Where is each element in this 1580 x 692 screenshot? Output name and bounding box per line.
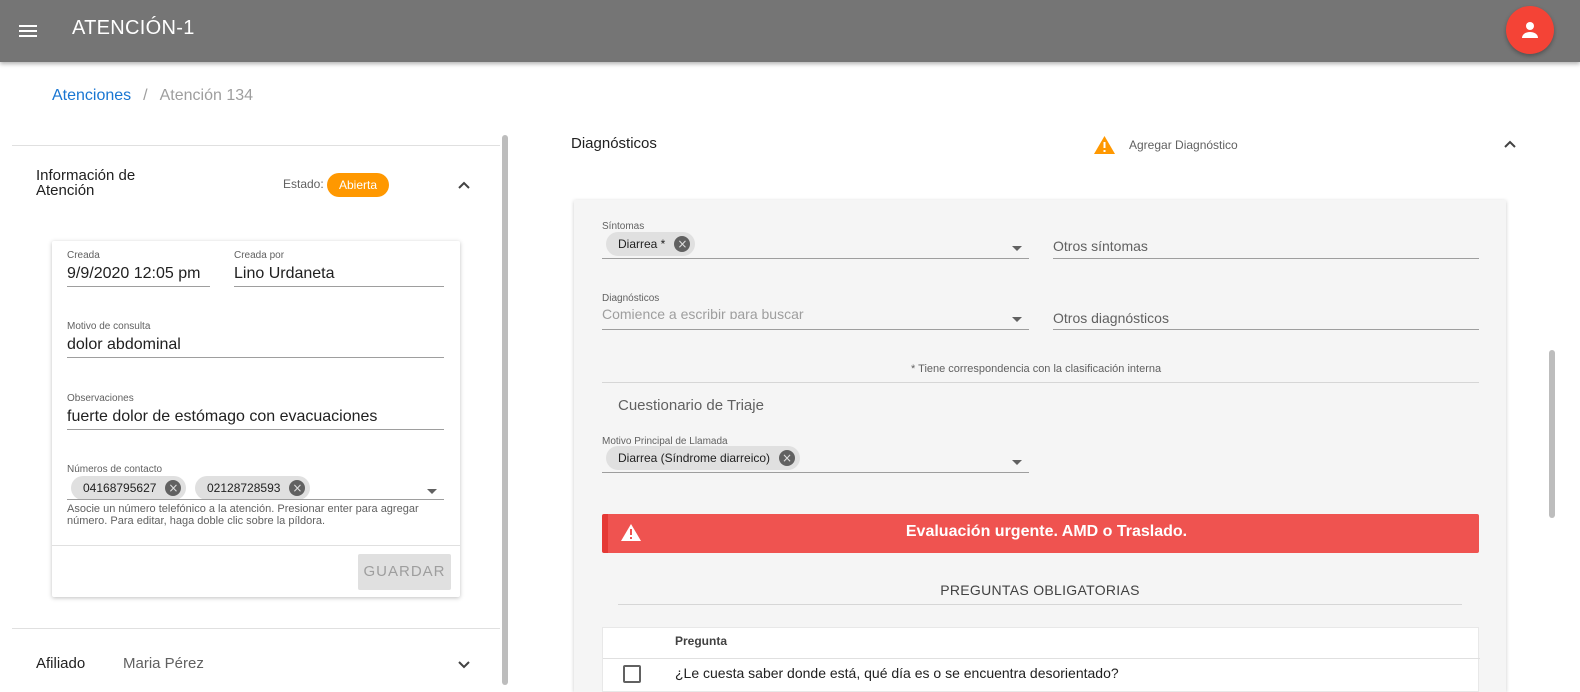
right-scrollbar[interactable] (1549, 350, 1555, 518)
motivo-llamada-chip-label: Diarrea (Síndrome diarreico) (618, 451, 771, 465)
cancel-icon[interactable]: × (779, 450, 796, 466)
breadcrumb-separator: / (143, 87, 148, 104)
contact-chip-label: 02128728593 (207, 481, 281, 495)
info-panel: Información de Atención Estado: Abierta … (12, 145, 500, 625)
cancel-icon[interactable]: × (289, 480, 306, 496)
diagnosticos-title: Diagnósticos (571, 135, 657, 152)
table-header-divider (603, 658, 1480, 659)
contact-chip[interactable]: 04168795627 × (71, 476, 187, 500)
created-by-label: Creada por (234, 250, 285, 261)
user-avatar-button[interactable] (1506, 6, 1554, 54)
person-icon (1522, 22, 1538, 38)
sintomas-label: Síntomas (602, 221, 645, 232)
triaje-title: Cuestionario de Triaje (618, 397, 764, 414)
created-label: Creada (67, 250, 100, 261)
card-divider (52, 545, 460, 546)
save-button[interactable]: GUARDAR (358, 554, 451, 590)
status-badge: Abierta (327, 173, 390, 197)
sintoma-chip[interactable]: Diarrea * × (606, 232, 696, 256)
contact-chip-label: 04168795627 (83, 481, 157, 495)
dropdown-arrow-icon[interactable] (1012, 460, 1022, 465)
contact-label: Números de contacto (67, 464, 163, 475)
diagnosticos-panel: Síntomas Diarrea * × Otros síntomas Diag… (574, 200, 1506, 692)
dropdown-arrow-icon[interactable] (427, 489, 437, 494)
motivo-field[interactable]: dolor abdominal (67, 336, 181, 354)
motivo-llamada-underline (602, 472, 1029, 473)
dropdown-arrow-icon[interactable] (1012, 317, 1022, 322)
afiliado-label: Afiliado (36, 655, 86, 672)
breadcrumb-link-atenciones[interactable]: Atenciones (52, 87, 131, 104)
created-field[interactable]: 9/9/2020 12:05 pm (67, 265, 200, 283)
page-title: ATENCIÓN-1 (72, 17, 195, 39)
afiliado-value: Maria Pérez (123, 655, 204, 672)
dropdown-arrow-icon[interactable] (1012, 246, 1022, 251)
preguntas-title: PREGUNTAS OBLIGATORIAS (940, 582, 1140, 598)
observaciones-field[interactable]: fuerte dolor de estómago con evacuacione… (67, 408, 377, 426)
breadcrumb-current: Atención 134 (159, 87, 254, 104)
diagnosticos-label: Diagnósticos (602, 293, 660, 304)
motivo-llamada-chip[interactable]: Diarrea (Síndrome diarreico) × (606, 446, 801, 470)
warning-icon (1094, 136, 1115, 154)
contact-underline (67, 499, 444, 500)
created-by-field[interactable]: Lino Urdaneta (234, 265, 335, 283)
otros-diagnosticos-input[interactable]: Otros diagnósticos (1053, 310, 1169, 326)
info-panel-title: Información de Atención (36, 167, 136, 199)
info-card: Creada 9/9/2020 12:05 pm Creada por Lino… (52, 241, 460, 597)
add-diagnostico-link[interactable]: Agregar Diagnóstico (1129, 138, 1238, 152)
table-row-question: ¿Le cuesta saber donde está, qué día es … (675, 665, 1119, 681)
left-scrollbar[interactable] (502, 135, 508, 685)
contact-hint: Asocie un número telefónico a la atenció… (67, 503, 419, 527)
cancel-icon[interactable]: × (165, 480, 182, 496)
created-by-underline (234, 286, 444, 287)
preguntas-divider (618, 604, 1462, 605)
preguntas-table: Pregunta ¿Le cuesta saber donde está, qu… (602, 627, 1480, 692)
afiliado-row[interactable]: Afiliado Maria Pérez (12, 628, 500, 692)
sintoma-chip-label: Diarrea * (618, 237, 666, 251)
observaciones-underline (67, 429, 444, 430)
motivo-underline (67, 357, 444, 358)
alert-text: Evaluación urgente. AMD o Traslado. (905, 523, 1188, 540)
urgent-alert: Evaluación urgente. AMD o Traslado. (602, 514, 1479, 553)
sintomas-underline (602, 258, 1029, 259)
chevron-up-icon[interactable] (1503, 137, 1517, 151)
section-divider (602, 382, 1479, 383)
created-underline (67, 286, 210, 287)
table-header-pregunta: Pregunta (675, 634, 728, 648)
observaciones-label: Observaciones (67, 393, 134, 404)
motivo-label: Motivo de consulta (67, 321, 151, 332)
cancel-icon[interactable]: × (674, 236, 691, 252)
diagnosticos-input[interactable]: Comience a escribir para buscar (602, 306, 982, 319)
otros-sintomas-underline (1053, 258, 1479, 259)
chevron-down-icon[interactable] (457, 658, 471, 672)
contact-chip[interactable]: 02128728593 × (195, 476, 311, 500)
question-checkbox[interactable] (623, 665, 641, 683)
classification-note: * Tiene correspondencia con la clasifica… (911, 363, 1162, 375)
otros-diagnosticos-underline (1053, 329, 1479, 330)
estado-label: Estado: (283, 177, 324, 191)
chevron-up-icon[interactable] (457, 178, 471, 192)
breadcrumb: Atenciones / Atención 134 (52, 87, 253, 105)
diagnosticos-underline (602, 329, 1029, 330)
menu-icon[interactable] (14, 17, 42, 45)
otros-sintomas-input[interactable]: Otros síntomas (1053, 238, 1148, 254)
app-bar: ATENCIÓN-1 (0, 0, 1580, 62)
